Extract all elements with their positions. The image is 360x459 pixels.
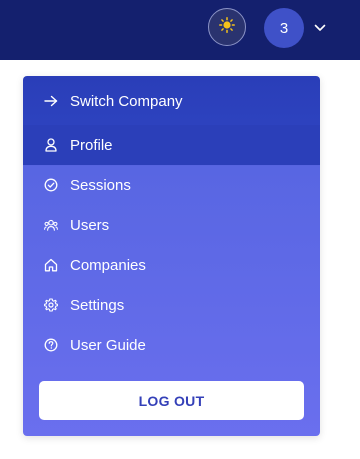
top-bar: 3 (0, 0, 360, 60)
check-circle-icon (44, 178, 58, 192)
menu-item-label: Switch Company (70, 92, 183, 110)
account-menu-toggle[interactable] (312, 20, 328, 36)
logout-button[interactable]: LOG OUT (39, 381, 304, 420)
avatar[interactable]: 3 (264, 8, 304, 48)
sun-icon (219, 16, 235, 38)
menu-item-companies[interactable]: Companies (23, 245, 320, 285)
gear-icon (44, 298, 58, 312)
menu-item-switch-company[interactable]: Switch Company (23, 81, 320, 121)
menu-item-settings[interactable]: Settings (23, 285, 320, 325)
menu-item-profile[interactable]: Profile (23, 125, 320, 165)
menu-item-label: Sessions (70, 176, 131, 194)
user-icon (44, 138, 58, 152)
chevron-down-icon (314, 19, 326, 37)
help-circle-icon (44, 338, 58, 352)
menu-item-label: Users (70, 216, 110, 234)
menu-item-users[interactable]: Users (23, 205, 320, 245)
home-icon (44, 258, 58, 272)
users-icon (44, 218, 58, 232)
arrow-right-icon (44, 94, 58, 108)
menu-item-label: User Guide (70, 336, 146, 354)
menu-item-label: Profile (70, 136, 113, 154)
menu-item-label: Settings (70, 296, 125, 314)
menu-item-label: Companies (70, 256, 146, 274)
account-dropdown-menu: Switch Company Profile Sessions Users Co… (23, 76, 320, 436)
menu-item-sessions[interactable]: Sessions (23, 165, 320, 205)
menu-item-user-guide[interactable]: User Guide (23, 325, 320, 365)
theme-toggle-button[interactable] (208, 8, 246, 46)
